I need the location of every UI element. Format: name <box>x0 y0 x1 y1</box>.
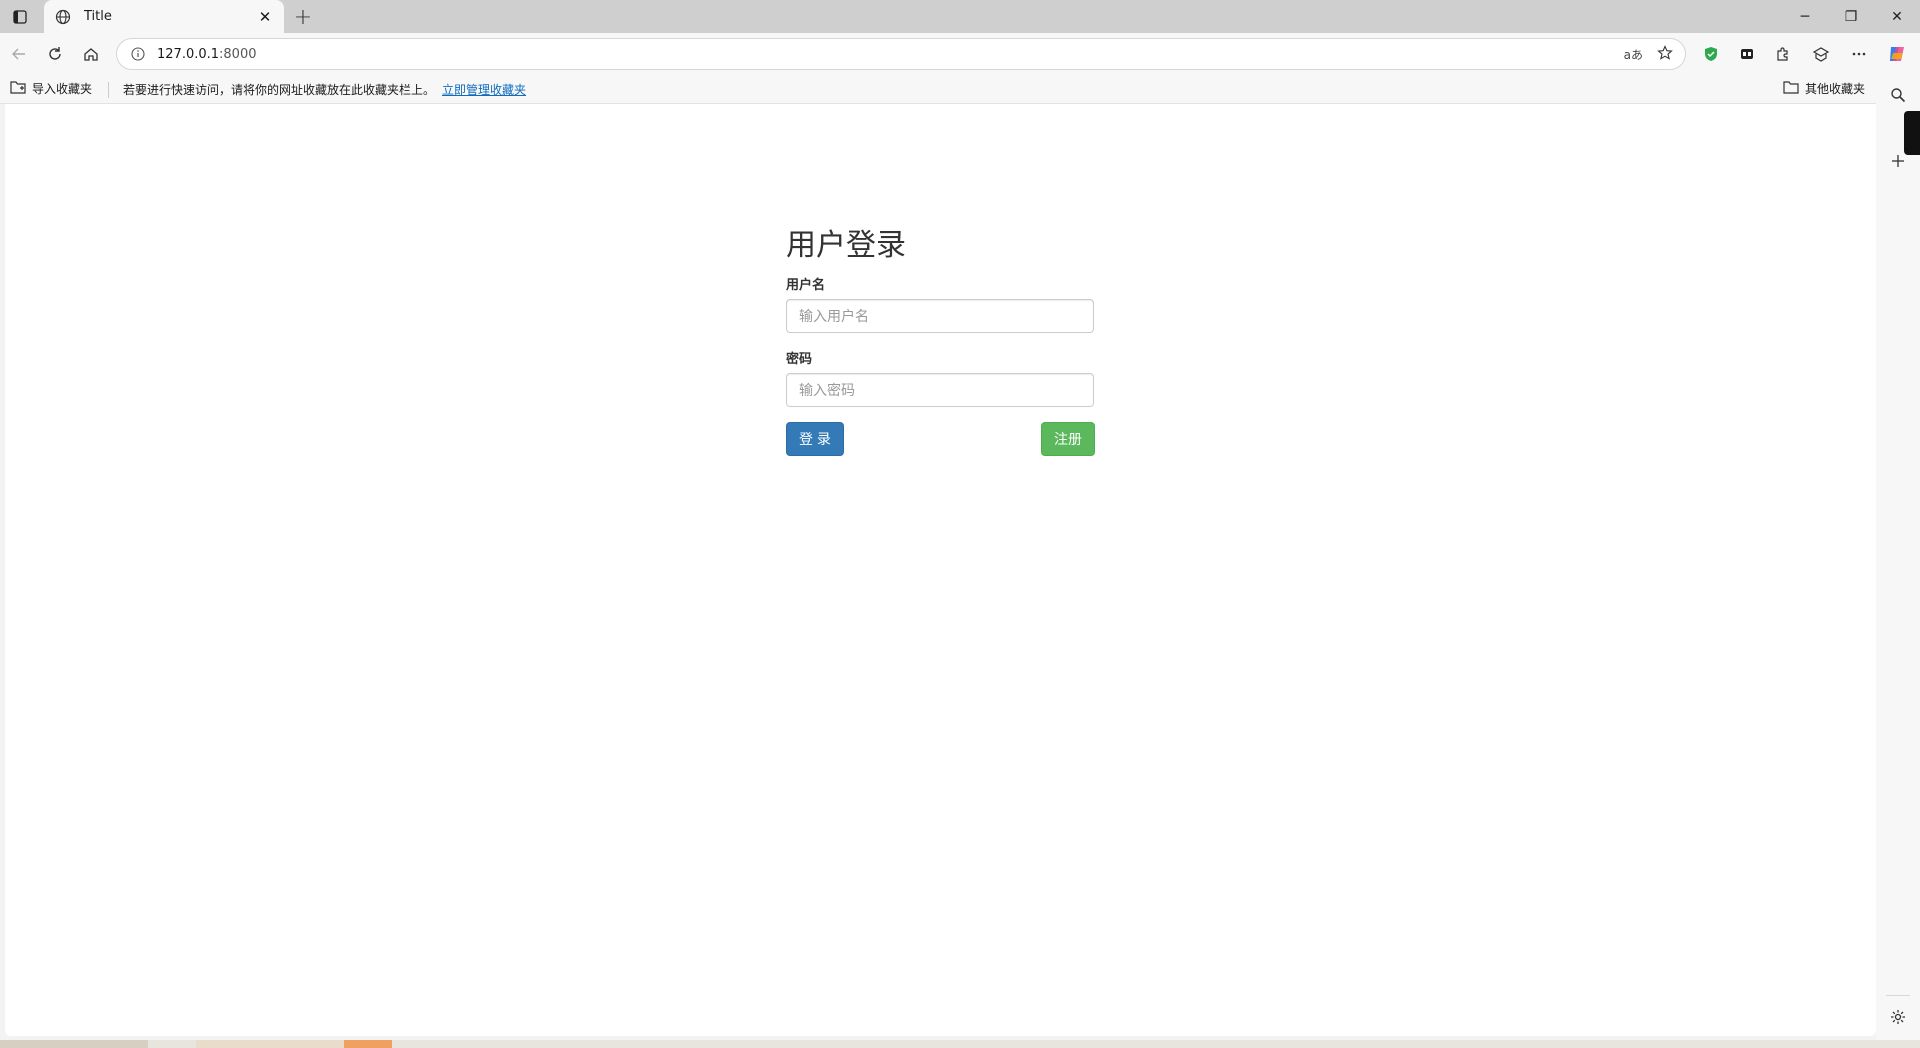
address-bar[interactable]: 127.0.0.1:8000 aあ <box>116 38 1686 70</box>
favorites-tip: 若要进行快速访问，请将你的网址收藏放在此收藏夹栏上。 <box>123 83 436 97</box>
sidebar-divider <box>1886 995 1910 996</box>
add-sidebar-app-icon[interactable] <box>1885 148 1911 174</box>
username-group: 用户名 <box>786 274 1095 333</box>
copilot-icon[interactable] <box>1884 41 1910 67</box>
taskbar-strip <box>0 1040 1920 1048</box>
taskbar-segment <box>344 1040 392 1048</box>
shield-icon[interactable] <box>1698 41 1724 67</box>
url-port: :8000 <box>219 46 257 62</box>
read-aloud-icon[interactable]: aあ <box>1624 46 1643 63</box>
browser-toolbar: 127.0.0.1:8000 aあ <box>0 33 1920 75</box>
other-favorites-label: 其他收藏夹 <box>1804 82 1865 96</box>
page-title: 用户登录 <box>786 229 906 262</box>
back-arrow-icon[interactable] <box>6 41 32 67</box>
info-icon[interactable] <box>129 45 147 63</box>
taskbar-segment <box>196 1040 344 1048</box>
browser-tab[interactable]: Title ✕ <box>44 0 284 33</box>
tab-strip: Title ✕ + ─ ❐ ✕ <box>0 0 1920 33</box>
minimize-icon[interactable]: ─ <box>1782 0 1828 33</box>
more-menu-icon[interactable] <box>1846 41 1872 67</box>
window-close-icon[interactable]: ✕ <box>1874 0 1920 33</box>
url-text: 127.0.0.1:8000 <box>157 47 1624 62</box>
restore-icon[interactable]: ❐ <box>1828 0 1874 33</box>
star-icon[interactable] <box>1657 44 1673 64</box>
search-icon[interactable] <box>1885 82 1911 108</box>
extension-icon[interactable] <box>1734 41 1760 67</box>
password-label: 密码 <box>786 351 813 366</box>
import-folder-icon <box>10 80 26 97</box>
import-favorites-button[interactable]: 导入收藏夹 <box>10 80 92 97</box>
username-label: 用户名 <box>786 277 826 292</box>
import-favorites-label: 导入收藏夹 <box>32 82 93 96</box>
login-form: 用户登录 用户名 密码 登 录 注册 <box>786 220 1095 456</box>
taskbar-segment <box>0 1040 148 1048</box>
login-button[interactable]: 登 录 <box>786 422 844 456</box>
refresh-icon[interactable] <box>42 41 68 67</box>
register-button[interactable]: 注册 <box>1041 422 1095 456</box>
favorites-divider <box>108 82 109 98</box>
url-host: 127.0.0.1 <box>157 46 220 62</box>
edge-sidebar <box>1876 75 1920 1048</box>
username-input[interactable] <box>786 299 1094 333</box>
puzzle-icon[interactable] <box>1770 41 1796 67</box>
tab-title: Title <box>84 9 112 24</box>
favorites-bar: 导入收藏夹 若要进行快速访问，请将你的网址收藏放在此收藏夹栏上。 立即管理收藏夹… <box>0 75 1920 104</box>
close-icon[interactable]: ✕ <box>256 8 274 26</box>
page-viewport: 用户登录 用户名 密码 登 录 注册 <box>5 104 1876 1036</box>
home-icon[interactable] <box>78 41 104 67</box>
globe-icon <box>54 8 72 26</box>
other-favorites-button[interactable]: 其他收藏夹 <box>1783 80 1865 97</box>
plus-icon[interactable]: + <box>290 4 316 30</box>
password-group: 密码 <box>786 348 1095 407</box>
password-input[interactable] <box>786 373 1094 407</box>
tab-actions-icon[interactable] <box>8 6 32 28</box>
form-actions: 登 录 注册 <box>786 422 1095 456</box>
window-controls: ─ ❐ ✕ <box>1782 0 1920 33</box>
folder-icon <box>1783 80 1799 97</box>
gear-icon[interactable] <box>1885 1004 1911 1030</box>
browser-essentials-icon[interactable] <box>1808 41 1834 67</box>
manage-favorites-link[interactable]: 立即管理收藏夹 <box>442 81 526 98</box>
